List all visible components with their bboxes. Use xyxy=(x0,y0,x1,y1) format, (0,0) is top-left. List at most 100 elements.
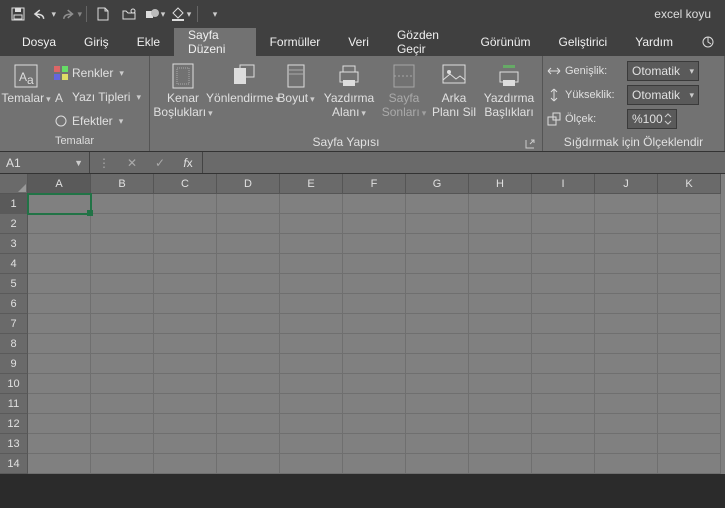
cell[interactable] xyxy=(91,234,154,254)
cell[interactable] xyxy=(343,194,406,214)
print-titles-button[interactable]: Yazdırma Başlıkları xyxy=(480,60,538,132)
column-header[interactable]: I xyxy=(532,174,595,194)
cell[interactable] xyxy=(91,374,154,394)
cell[interactable] xyxy=(406,394,469,414)
row-header[interactable]: 9 xyxy=(0,354,28,374)
cell[interactable] xyxy=(469,194,532,214)
cell[interactable] xyxy=(154,274,217,294)
cell[interactable] xyxy=(595,434,658,454)
orientation-button[interactable]: Yönlendirme▾ xyxy=(214,60,272,132)
cell[interactable] xyxy=(343,354,406,374)
cell[interactable] xyxy=(658,354,721,374)
cell[interactable] xyxy=(91,314,154,334)
margins-button[interactable]: Kenar Boşlukları▾ xyxy=(154,60,212,132)
cell[interactable] xyxy=(469,234,532,254)
cell[interactable] xyxy=(280,394,343,414)
cell[interactable] xyxy=(28,214,91,234)
cell[interactable] xyxy=(154,374,217,394)
cell[interactable] xyxy=(91,254,154,274)
cell[interactable] xyxy=(469,414,532,434)
cell[interactable] xyxy=(343,374,406,394)
cell[interactable] xyxy=(217,394,280,414)
redo-icon[interactable]: ▾ xyxy=(58,2,82,26)
cell[interactable] xyxy=(469,314,532,334)
cell[interactable] xyxy=(406,214,469,234)
cell[interactable] xyxy=(154,434,217,454)
name-box[interactable]: A1▼ xyxy=(0,152,90,173)
cell[interactable] xyxy=(532,394,595,414)
fonts-button[interactable]: AYazı Tipleri▾ xyxy=(50,86,145,108)
column-header[interactable]: H xyxy=(469,174,532,194)
cell[interactable] xyxy=(658,314,721,334)
cell[interactable] xyxy=(154,354,217,374)
cell[interactable] xyxy=(91,354,154,374)
row-header[interactable]: 3 xyxy=(0,234,28,254)
cell[interactable] xyxy=(217,354,280,374)
cell[interactable] xyxy=(595,254,658,274)
cell[interactable] xyxy=(658,394,721,414)
column-header[interactable]: G xyxy=(406,174,469,194)
enter-formula-icon[interactable]: ✓ xyxy=(146,156,174,170)
cell[interactable] xyxy=(154,334,217,354)
cell[interactable] xyxy=(532,334,595,354)
tab-developer[interactable]: Geliştirici xyxy=(545,28,622,56)
cell[interactable] xyxy=(91,194,154,214)
cell[interactable] xyxy=(595,454,658,474)
cell[interactable] xyxy=(91,334,154,354)
cell[interactable] xyxy=(28,234,91,254)
row-header[interactable]: 8 xyxy=(0,334,28,354)
cell[interactable] xyxy=(91,414,154,434)
cell[interactable] xyxy=(406,334,469,354)
row-header[interactable]: 11 xyxy=(0,394,28,414)
cell[interactable] xyxy=(154,454,217,474)
cell[interactable] xyxy=(658,234,721,254)
cell[interactable] xyxy=(469,254,532,274)
cell[interactable] xyxy=(217,194,280,214)
tab-data[interactable]: Veri xyxy=(334,28,383,56)
column-header[interactable]: A xyxy=(28,174,91,194)
cell[interactable] xyxy=(595,374,658,394)
column-header[interactable]: F xyxy=(343,174,406,194)
cell[interactable] xyxy=(595,294,658,314)
cell[interactable] xyxy=(217,314,280,334)
column-header[interactable]: D xyxy=(217,174,280,194)
cell[interactable] xyxy=(469,214,532,234)
cell[interactable] xyxy=(217,254,280,274)
tab-page-layout[interactable]: Sayfa Düzeni xyxy=(174,28,256,56)
cell[interactable] xyxy=(280,454,343,474)
size-button[interactable]: Boyut▾ xyxy=(274,60,318,132)
effects-button[interactable]: Efektler▾ xyxy=(50,110,145,132)
cell[interactable] xyxy=(217,274,280,294)
cell[interactable] xyxy=(28,274,91,294)
fx-icon[interactable]: fx xyxy=(174,156,202,170)
cell[interactable] xyxy=(154,214,217,234)
cell[interactable] xyxy=(658,434,721,454)
cell[interactable] xyxy=(91,454,154,474)
cancel-formula-icon[interactable]: ✕ xyxy=(118,156,146,170)
qat-customize-icon[interactable]: ▾ xyxy=(202,2,226,26)
cell[interactable] xyxy=(343,334,406,354)
cell[interactable] xyxy=(217,434,280,454)
cell[interactable] xyxy=(280,254,343,274)
cell[interactable] xyxy=(406,414,469,434)
cell[interactable] xyxy=(154,254,217,274)
select-all-corner[interactable] xyxy=(0,174,28,194)
cell[interactable] xyxy=(28,374,91,394)
tab-review[interactable]: Gözden Geçir xyxy=(383,28,467,56)
cell[interactable] xyxy=(343,294,406,314)
column-header[interactable]: E xyxy=(280,174,343,194)
column-header[interactable]: B xyxy=(91,174,154,194)
tell-me-icon[interactable] xyxy=(691,28,725,56)
row-header[interactable]: 13 xyxy=(0,434,28,454)
cell[interactable] xyxy=(595,414,658,434)
cell[interactable] xyxy=(280,374,343,394)
cell[interactable] xyxy=(595,314,658,334)
column-header[interactable]: J xyxy=(595,174,658,194)
colors-button[interactable]: Renkler▾ xyxy=(50,62,145,84)
cell[interactable] xyxy=(154,194,217,214)
tab-home[interactable]: Giriş xyxy=(70,28,123,56)
column-header[interactable]: C xyxy=(154,174,217,194)
open-file-icon[interactable] xyxy=(117,2,141,26)
cell[interactable] xyxy=(154,234,217,254)
row-header[interactable]: 10 xyxy=(0,374,28,394)
